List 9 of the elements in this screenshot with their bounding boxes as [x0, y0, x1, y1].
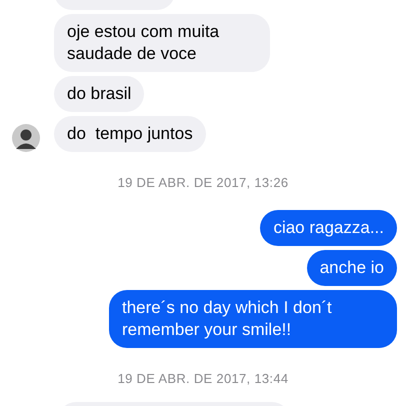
message-bubble: there´s no day which I don´t remember your smile!!: [109, 290, 397, 348]
message-bubble: do brasil: [54, 76, 144, 112]
avatar: [12, 124, 40, 152]
timestamp: 19 DE ABR. DE 2017, 13:26: [118, 174, 288, 192]
message-bubble: ciao ragazza...: [260, 210, 397, 246]
message-bubble: oje estou com muita saudade de voce: [54, 14, 270, 72]
message-bubble: do tempo juntos: [54, 116, 206, 152]
message-bubble: anche io: [306, 250, 397, 286]
timestamp: 19 DE ABR. DE 2017, 13:44: [118, 370, 288, 388]
